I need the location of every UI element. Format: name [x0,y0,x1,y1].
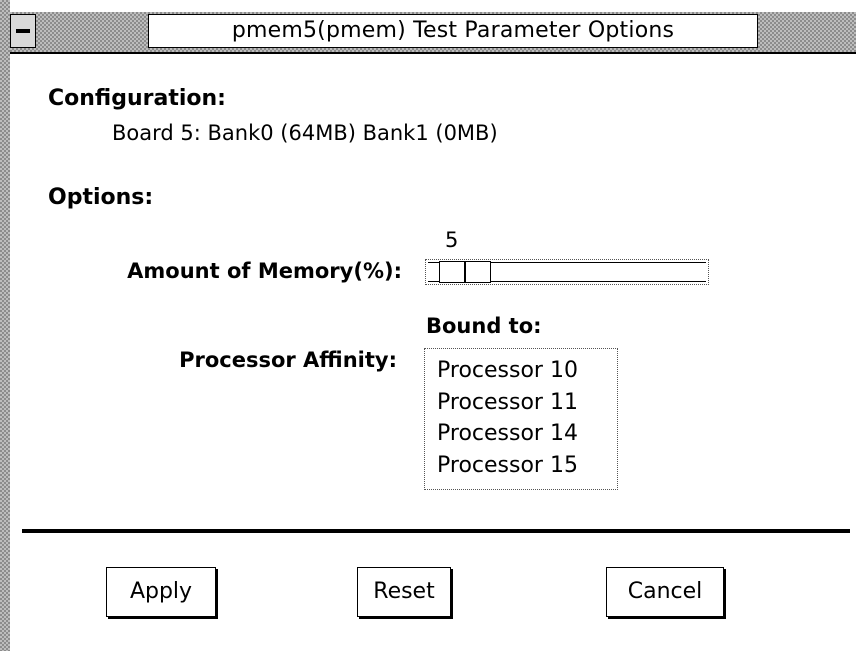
processor-list-item[interactable]: Processor 11 [437,387,617,419]
memory-amount-label: Amount of Memory(%): [127,259,402,283]
processor-list-item[interactable]: Processor 10 [437,355,617,387]
slider-thumb[interactable] [439,261,491,283]
bound-to-label: Bound to: [426,314,542,338]
configuration-heading: Configuration: [48,86,226,111]
reset-button[interactable]: Reset [357,567,451,617]
test-parameter-window: pmem5(pmem) Test Parameter Options Confi… [0,0,856,651]
cancel-button[interactable]: Cancel [606,567,724,617]
processor-list-item[interactable]: Processor 15 [437,450,617,482]
apply-button[interactable]: Apply [106,567,216,617]
window-title: pmem5(pmem) Test Parameter Options [148,14,758,48]
processor-affinity-label: Processor Affinity: [179,348,397,372]
slider-thumb-divider [464,262,466,282]
processor-affinity-list[interactable]: Processor 10 Processor 11 Processor 14 P… [424,348,618,490]
window-menu-bar-glyph [16,29,30,33]
options-heading: Options: [48,185,154,210]
button-area-divider [22,529,850,533]
window-left-frame[interactable] [0,0,10,651]
board-configuration-text: Board 5: Bank0 (64MB) Bank1 (0MB) [112,121,498,145]
window-top-edge [10,0,856,12]
memory-amount-slider[interactable] [425,259,709,285]
memory-slider-value: 5 [445,228,459,252]
processor-list-item[interactable]: Processor 14 [437,418,617,450]
window-menu-icon[interactable] [10,14,36,48]
